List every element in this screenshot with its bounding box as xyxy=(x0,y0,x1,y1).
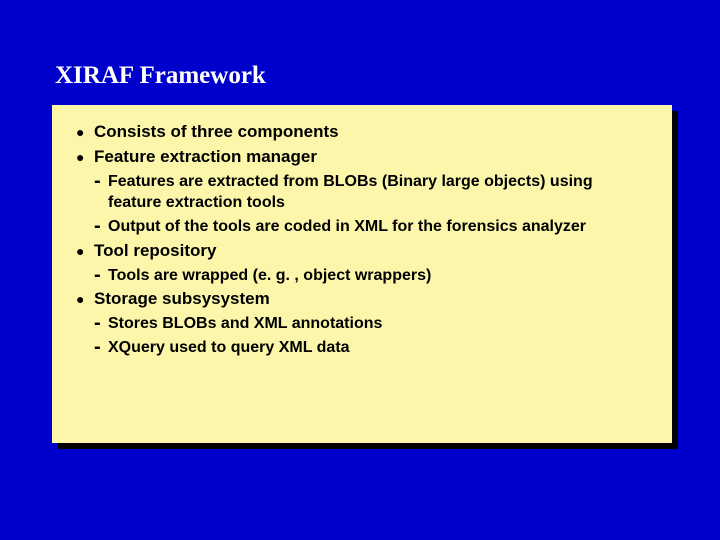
sub-list: Stores BLOBs and XML annotations XQuery … xyxy=(94,313,650,358)
bullet-text: Tool repository xyxy=(94,241,216,260)
bullet-item: Storage subsysystem Stores BLOBs and XML… xyxy=(76,288,650,358)
bullet-list: Consists of three components Feature ext… xyxy=(76,121,650,358)
sub-text: Stores BLOBs and XML annotations xyxy=(108,315,382,332)
sub-item: Output of the tools are coded in XML for… xyxy=(94,216,650,238)
content-panel: Consists of three components Feature ext… xyxy=(52,105,672,443)
sub-item: Tools are wrapped (e. g. , object wrappe… xyxy=(94,265,650,287)
sub-list: Tools are wrapped (e. g. , object wrappe… xyxy=(94,265,650,287)
slide-title: XIRAF Framework xyxy=(55,62,266,90)
bullet-text: Consists of three components xyxy=(94,122,339,141)
sub-text: XQuery used to query XML data xyxy=(108,339,350,356)
sub-text: Features are extracted from BLOBs (Binar… xyxy=(108,173,593,212)
bullet-item: Tool repository Tools are wrapped (e. g.… xyxy=(76,240,650,287)
sub-item: Features are extracted from BLOBs (Binar… xyxy=(94,171,650,214)
sub-text: Output of the tools are coded in XML for… xyxy=(108,218,586,235)
sub-item: Stores BLOBs and XML annotations xyxy=(94,313,650,335)
bullet-text: Feature extraction manager xyxy=(94,147,317,166)
slide: XIRAF Framework Consists of three compon… xyxy=(0,0,720,540)
sub-list: Features are extracted from BLOBs (Binar… xyxy=(94,171,650,238)
bullet-item: Feature extraction manager Features are … xyxy=(76,146,650,238)
bullet-text: Storage subsysystem xyxy=(94,289,270,308)
bullet-item: Consists of three components xyxy=(76,121,650,144)
sub-text: Tools are wrapped (e. g. , object wrappe… xyxy=(108,267,431,284)
content-panel-wrap: Consists of three components Feature ext… xyxy=(52,105,672,443)
sub-item: XQuery used to query XML data xyxy=(94,337,650,359)
